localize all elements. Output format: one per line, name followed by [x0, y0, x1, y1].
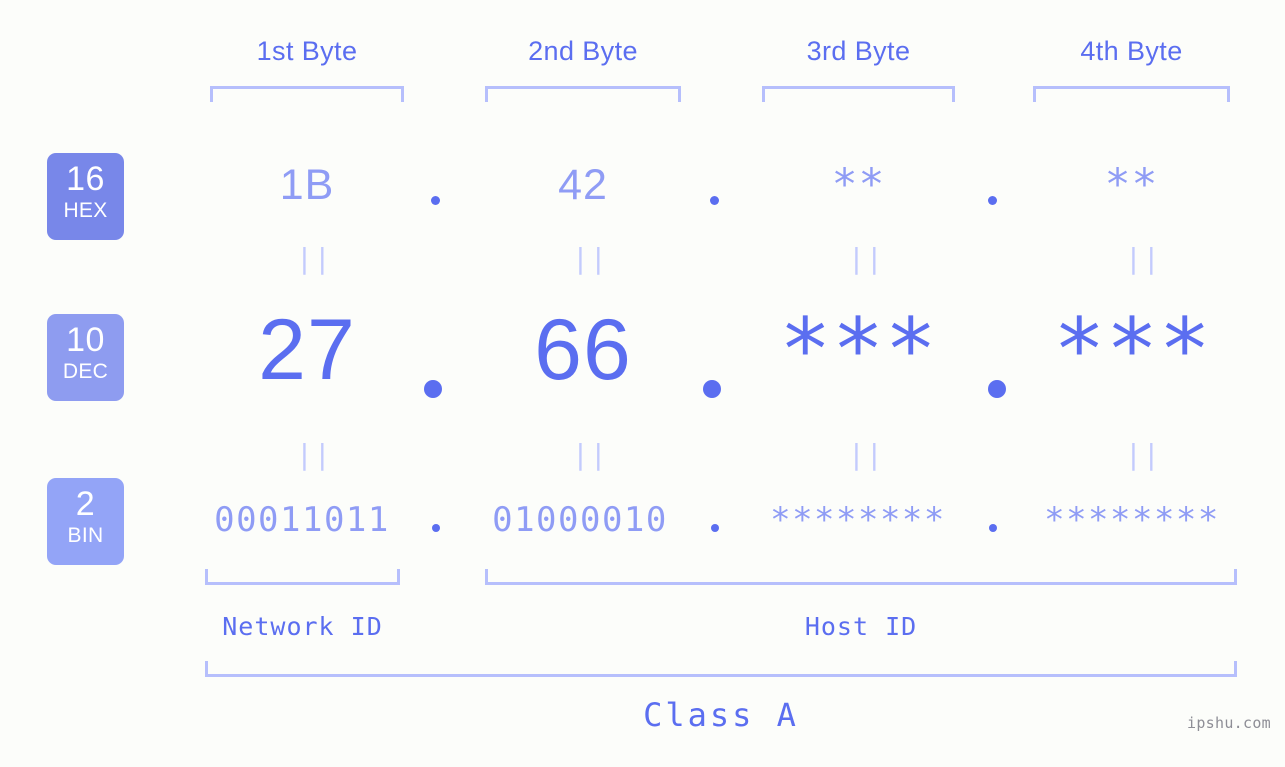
dec-byte-4: *** [1053, 300, 1212, 400]
dec-separator-dot-2 [703, 380, 721, 398]
bin-byte-1: 00011011 [214, 500, 390, 540]
equals-icon-hex-dec-1: || [296, 242, 332, 275]
base-badge-hex-label: HEX [63, 199, 108, 222]
byte-header-2: 2nd Byte [528, 36, 638, 66]
byte-header-4: 4th Byte [1080, 36, 1183, 66]
byte-bracket-3 [762, 86, 955, 102]
site-watermark: ipshu.com [1187, 714, 1271, 732]
hex-byte-2: 42 [558, 161, 608, 209]
network-id-bracket [205, 569, 400, 585]
bin-separator-dot-2 [711, 524, 719, 532]
hex-separator-dot-1 [431, 196, 440, 205]
dec-separator-dot-3 [988, 380, 1006, 398]
host-id-label: Host ID [804, 612, 918, 641]
dec-byte-3: *** [779, 300, 938, 400]
equals-icon-dec-bin-2: || [572, 438, 608, 471]
base-badge-hex: 16 HEX [47, 153, 124, 240]
byte-bracket-4 [1033, 86, 1230, 102]
bin-byte-2: 01000010 [492, 500, 668, 540]
equals-icon-dec-bin-3: || [848, 438, 884, 471]
dec-byte-1: 27 [258, 302, 356, 398]
bin-byte-3: ******** [770, 500, 946, 540]
network-id-label: Network ID [222, 612, 383, 641]
dec-separator-dot-1 [424, 380, 442, 398]
byte-bracket-2 [485, 86, 681, 102]
equals-icon-dec-bin-4: || [1125, 438, 1161, 471]
hex-byte-4: ** [1104, 160, 1159, 210]
base-badge-hex-number: 16 [66, 160, 105, 198]
equals-icon-hex-dec-4: || [1125, 242, 1161, 275]
equals-icon-dec-bin-1: || [296, 438, 332, 471]
equals-icon-hex-dec-2: || [572, 242, 608, 275]
class-bracket [205, 661, 1237, 677]
hex-byte-3: ** [831, 160, 886, 210]
hex-byte-1: 1B [279, 161, 335, 209]
bin-separator-dot-3 [989, 524, 997, 532]
byte-header-3: 3rd Byte [806, 36, 911, 66]
byte-header-1: 1st Byte [256, 36, 358, 66]
base-badge-dec-label: DEC [62, 360, 109, 383]
class-label: Class A [643, 696, 799, 734]
ip-address-breakdown-diagram: 1st Byte 2nd Byte 3rd Byte 4th Byte 16 H… [0, 0, 1285, 767]
base-badge-bin-number: 2 [75, 485, 96, 523]
base-badge-dec-number: 10 [66, 321, 105, 359]
dec-byte-2: 66 [534, 302, 632, 398]
hex-separator-dot-2 [710, 196, 719, 205]
host-id-bracket [485, 569, 1237, 585]
equals-icon-hex-dec-3: || [848, 242, 884, 275]
byte-bracket-1 [210, 86, 404, 102]
base-badge-dec: 10 DEC [47, 314, 124, 401]
hex-separator-dot-3 [988, 196, 997, 205]
bin-separator-dot-1 [432, 524, 440, 532]
base-badge-bin-label: BIN [67, 524, 104, 547]
bin-byte-4: ******** [1044, 500, 1220, 540]
base-badge-bin: 2 BIN [47, 478, 124, 565]
